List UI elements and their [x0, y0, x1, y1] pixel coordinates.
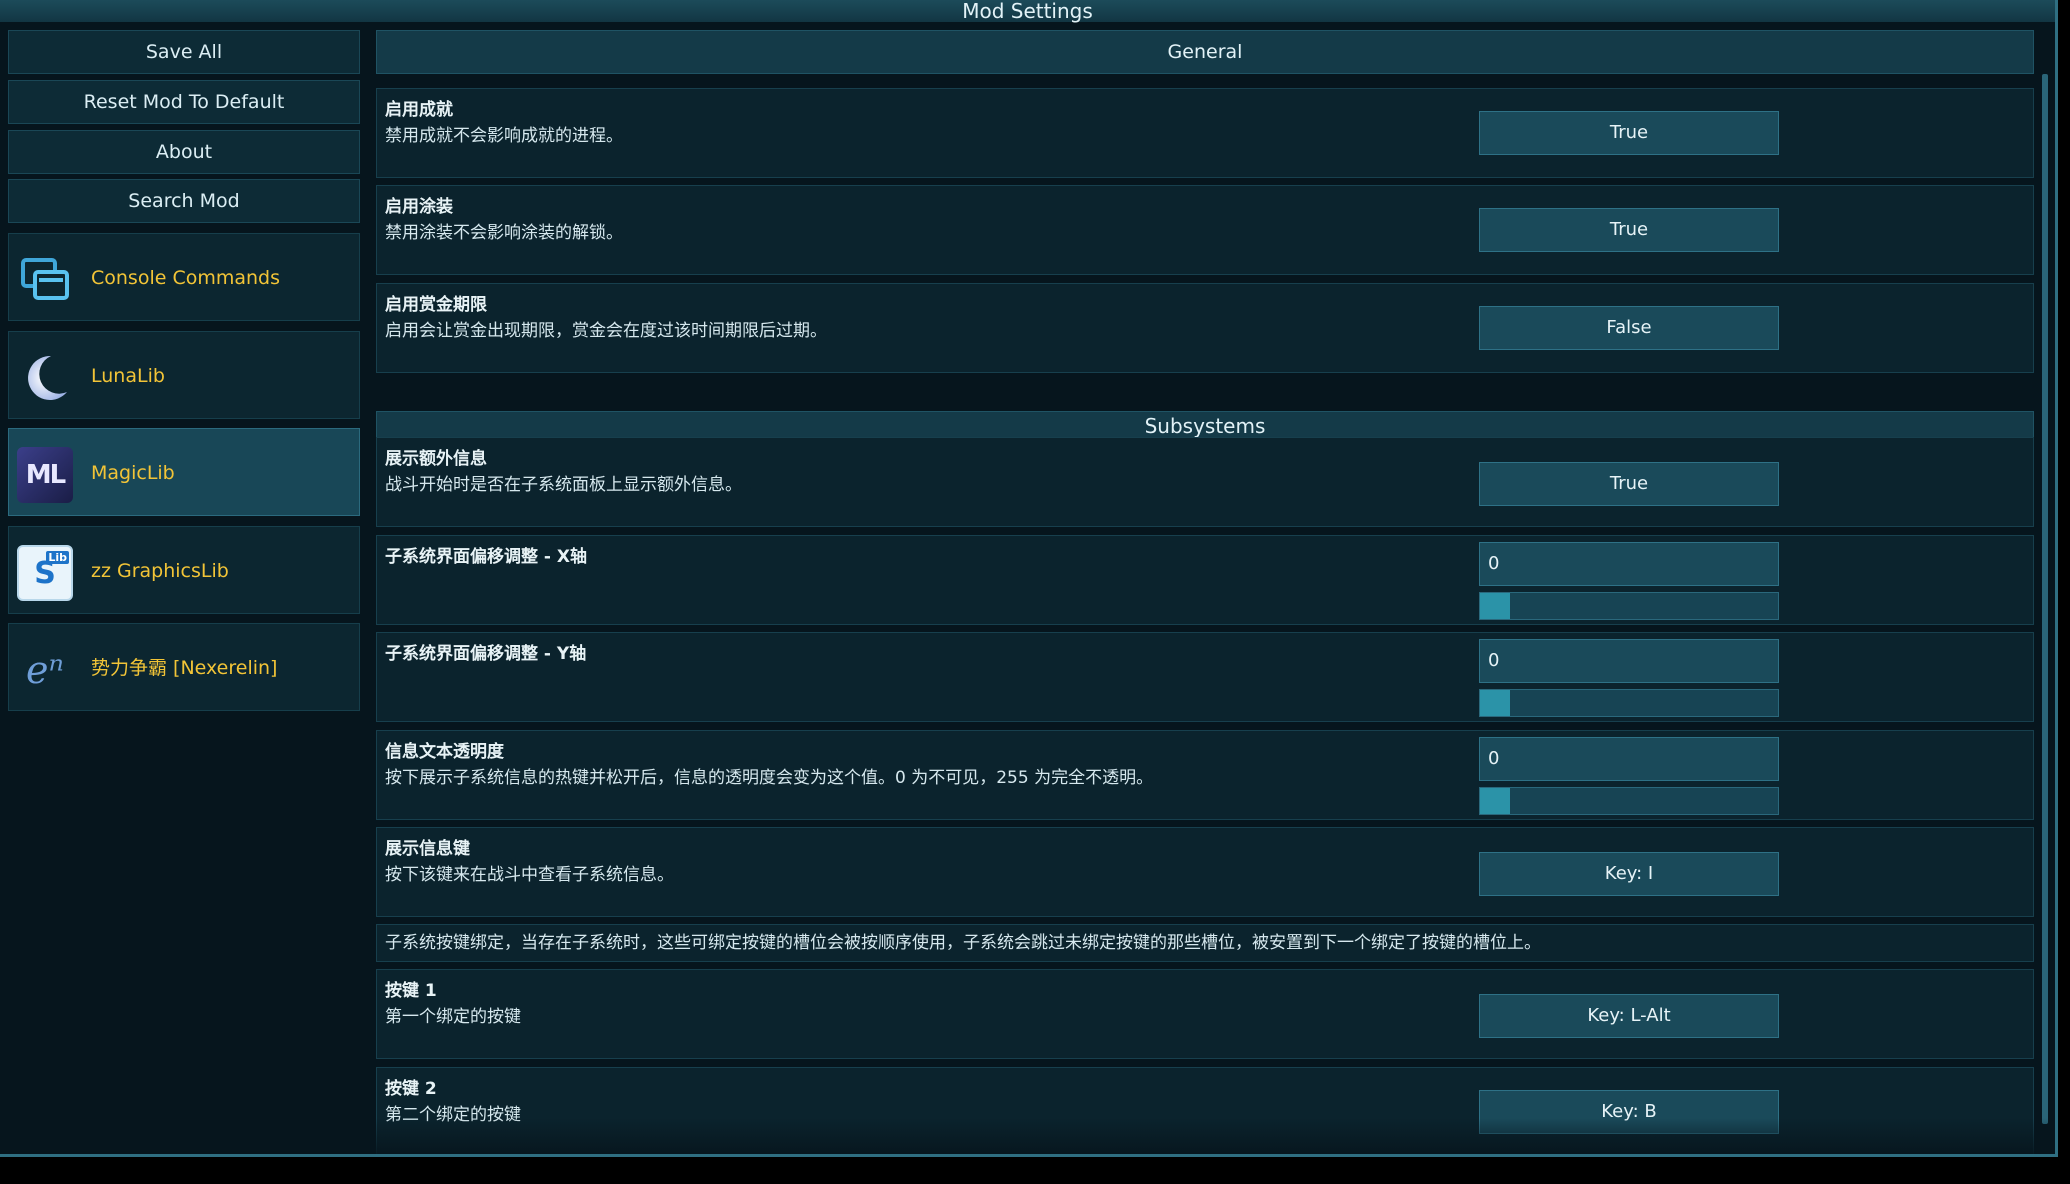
setting-title: 启用成就 [385, 100, 453, 120]
setting-title: 展示额外信息 [385, 449, 487, 469]
setting-title: 子系统界面偏移调整 - Y轴 [385, 644, 587, 664]
magiclib-logo-text: ML [25, 460, 66, 490]
setting-desc: 第二个绑定的按键 [385, 1105, 521, 1125]
slider-handle[interactable] [1480, 593, 1510, 619]
setting-key1: 按键 1 第一个绑定的按键 Key: L-Alt [376, 969, 2034, 1059]
setting-desc: 禁用成就不会影响成就的进程。 [385, 126, 623, 146]
save-all-button[interactable]: Save All [8, 30, 360, 74]
offset-x-input[interactable]: 0 [1479, 542, 1779, 586]
magiclib-logo-icon: ML [17, 447, 73, 503]
window-title: Mod Settings [0, 0, 2055, 22]
mod-item-nexerelin[interactable]: eⁿ 势力争霸 [Nexerelin] [8, 623, 360, 711]
mod-item-magiclib[interactable]: ML MagicLib [8, 428, 360, 516]
graphicslib-logo-badge: Lib [46, 551, 69, 564]
info-key-button[interactable]: Key: I [1479, 852, 1779, 896]
nexerelin-logo-text: eⁿ [26, 648, 64, 692]
slider-handle[interactable] [1480, 690, 1510, 716]
setting-enable-bounty-deadline: 启用赏金期限 启用会让赏金出现期限，赏金会在度过该时间期限后过期。 False [376, 283, 2034, 373]
console-commands-icon [17, 252, 73, 308]
mod-label: Console Commands [91, 267, 281, 289]
vertical-scrollbar[interactable] [2042, 74, 2048, 1124]
offset-y-input[interactable]: 0 [1479, 639, 1779, 683]
key2-button[interactable]: Key: B [1479, 1090, 1779, 1134]
text-opacity-slider[interactable] [1479, 787, 1779, 815]
mod-label: zz GraphicsLib [91, 560, 229, 582]
setting-desc: 按下该键来在战斗中查看子系统信息。 [385, 865, 674, 885]
setting-info-key: 展示信息键 按下该键来在战斗中查看子系统信息。 Key: I [376, 827, 2034, 917]
mod-label: MagicLib [91, 462, 175, 484]
reset-mod-button[interactable]: Reset Mod To Default [8, 80, 360, 124]
setting-title: 按键 2 [385, 1079, 437, 1099]
setting-text-opacity: 信息文本透明度 按下展示子系统信息的热键并松开后，信息的透明度会变为这个值。0 … [376, 730, 2034, 820]
setting-title: 按键 1 [385, 981, 437, 1001]
graphicslib-logo-icon: S Lib [17, 545, 73, 601]
offset-y-slider[interactable] [1479, 689, 1779, 717]
section-header-general: General [376, 30, 2034, 74]
setting-offset-x: 子系统界面偏移调整 - X轴 0 [376, 535, 2034, 625]
setting-show-extra-info: 展示额外信息 战斗开始时是否在子系统面板上显示额外信息。 True [376, 437, 2034, 527]
toggle-enable-achievements[interactable]: True [1479, 111, 1779, 155]
setting-enable-achievements: 启用成就 禁用成就不会影响成就的进程。 True [376, 88, 2034, 178]
mod-label: 势力争霸 [Nexerelin] [91, 657, 278, 679]
search-mod-button[interactable]: Search Mod [8, 179, 360, 223]
setting-desc: 第一个绑定的按键 [385, 1007, 521, 1027]
setting-title: 子系统界面偏移调整 - X轴 [385, 547, 587, 567]
setting-desc: 启用会让赏金出现期限，赏金会在度过该时间期限后过期。 [385, 321, 827, 341]
offset-x-slider[interactable] [1479, 592, 1779, 620]
toggle-show-extra-info[interactable]: True [1479, 462, 1779, 506]
slider-handle[interactable] [1480, 788, 1510, 814]
setting-offset-y: 子系统界面偏移调整 - Y轴 0 [376, 632, 2034, 722]
key1-button[interactable]: Key: L-Alt [1479, 994, 1779, 1038]
mod-item-lunalib[interactable]: LunaLib [8, 331, 360, 419]
setting-key2: 按键 2 第二个绑定的按键 Key: B [376, 1067, 2034, 1154]
mod-item-console-commands[interactable]: Console Commands [8, 233, 360, 321]
setting-title: 启用涂装 [385, 197, 453, 217]
mod-label: LunaLib [91, 365, 165, 387]
about-button[interactable]: About [8, 130, 360, 174]
setting-desc: 按下展示子系统信息的热键并松开后，信息的透明度会变为这个值。0 为不可见，255… [385, 768, 1154, 788]
setting-desc: 战斗开始时是否在子系统面板上显示额外信息。 [385, 475, 742, 495]
nexerelin-logo-icon: eⁿ [17, 642, 73, 698]
text-opacity-input[interactable]: 0 [1479, 737, 1779, 781]
setting-enable-paintjobs: 启用涂装 禁用涂装不会影响涂装的解锁。 True [376, 185, 2034, 275]
setting-title: 展示信息键 [385, 839, 470, 859]
toggle-enable-bounty-deadline[interactable]: False [1479, 306, 1779, 350]
mod-item-graphicslib[interactable]: S Lib zz GraphicsLib [8, 526, 360, 614]
toggle-enable-paintjobs[interactable]: True [1479, 208, 1779, 252]
setting-title: 信息文本透明度 [385, 742, 504, 762]
setting-desc: 禁用涂装不会影响涂装的解锁。 [385, 223, 623, 243]
crescent-moon-icon [17, 350, 73, 406]
mod-settings-window: Mod Settings Save All Reset Mod To Defau… [0, 0, 2058, 1157]
setting-title: 启用赏金期限 [385, 295, 487, 315]
keybind-note: 子系统按键绑定，当存在子系统时，这些可绑定按键的槽位会被按顺序使用，子系统会跳过… [376, 924, 2034, 962]
